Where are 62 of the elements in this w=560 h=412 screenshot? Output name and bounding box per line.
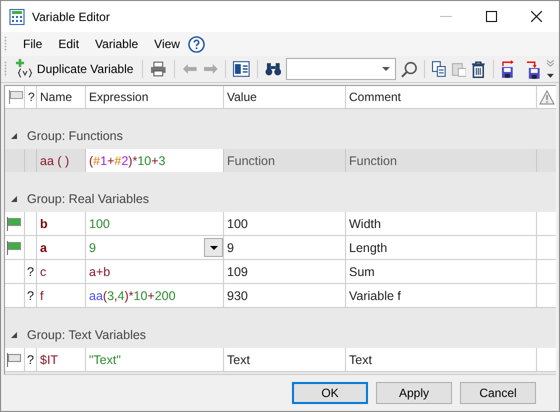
window-title: Variable Editor [32,10,110,24]
column-header[interactable]: Expression [86,86,224,108]
value-cell: 100 [224,212,346,235]
name-cell: f [37,284,86,307]
menu-item[interactable]: File [15,37,50,51]
column-header[interactable]: ? [25,86,37,108]
name-cell: $IT [37,348,86,371]
menu-item[interactable]: Edit [50,37,88,51]
expand-toggle-icon[interactable] [11,196,17,202]
group-label: Group: Functions [27,129,123,143]
comment-cell: Sum [346,260,537,283]
status-mark: ? [27,288,34,302]
status-mark: ? [27,352,34,366]
flag-icon[interactable] [6,240,22,254]
search-icon[interactable] [400,60,418,78]
help-icon[interactable] [188,36,205,52]
expression-cell[interactable]: 100 [86,212,224,235]
flag-icon[interactable] [6,352,22,366]
column-header[interactable]: Comment [346,86,537,108]
dialog-button[interactable]: Cancel [460,382,536,404]
comment-cell: Text [346,348,537,371]
expression-cell[interactable]: a+b [86,260,224,283]
calculator-icon [9,8,25,24]
value-cell: 109 [224,260,346,283]
expression-cell[interactable]: (#1+#2)*10+3 [86,149,224,172]
column-header[interactable]: Name [37,86,86,108]
expression-cell[interactable]: aa(3,4)*10+200 [86,284,224,307]
menu-item[interactable]: Variable [87,37,146,51]
menu-item[interactable]: View [146,37,188,51]
value-cell: 930 [224,284,346,307]
variable-add-icon [16,59,34,79]
properties-icon[interactable] [233,61,250,77]
value-cell: Function [224,149,346,172]
column-header[interactable]: Value [224,86,346,108]
comment-cell: Width [346,212,537,235]
comment-cell: Function [346,149,537,172]
trash-icon[interactable] [471,60,486,78]
name-cell: c [37,260,86,283]
value-cell: 9 [224,236,346,259]
comment-cell: Length [346,236,537,259]
overflow-chevron-icon[interactable] [546,59,555,79]
close-icon[interactable] [531,11,542,22]
dropdown-button[interactable] [204,238,223,257]
comment-cell: Variable f [346,284,537,307]
expand-toggle-icon[interactable] [11,332,17,338]
group-label: Group: Real Variables [27,192,150,206]
status-mark: ? [27,264,34,278]
dialog-button[interactable]: Apply [376,382,452,404]
duplicate-variable-button[interactable]: Duplicate Variable [14,59,136,79]
name-cell: b [37,212,86,235]
expand-toggle-icon[interactable] [11,133,17,139]
maximize-icon[interactable] [486,11,497,22]
name-cell: a [37,236,86,259]
print-icon[interactable] [150,61,167,77]
value-cell: Text [224,348,346,371]
copy-icon[interactable] [432,61,447,77]
binoculars-icon[interactable] [264,62,282,76]
expression-cell[interactable]: 9 [86,236,224,259]
flag-icon[interactable] [6,216,22,230]
dialog-button[interactable]: OK [292,382,368,404]
expression-cell[interactable]: "Text" [86,348,224,371]
group-label: Group: Text Variables [27,328,146,342]
